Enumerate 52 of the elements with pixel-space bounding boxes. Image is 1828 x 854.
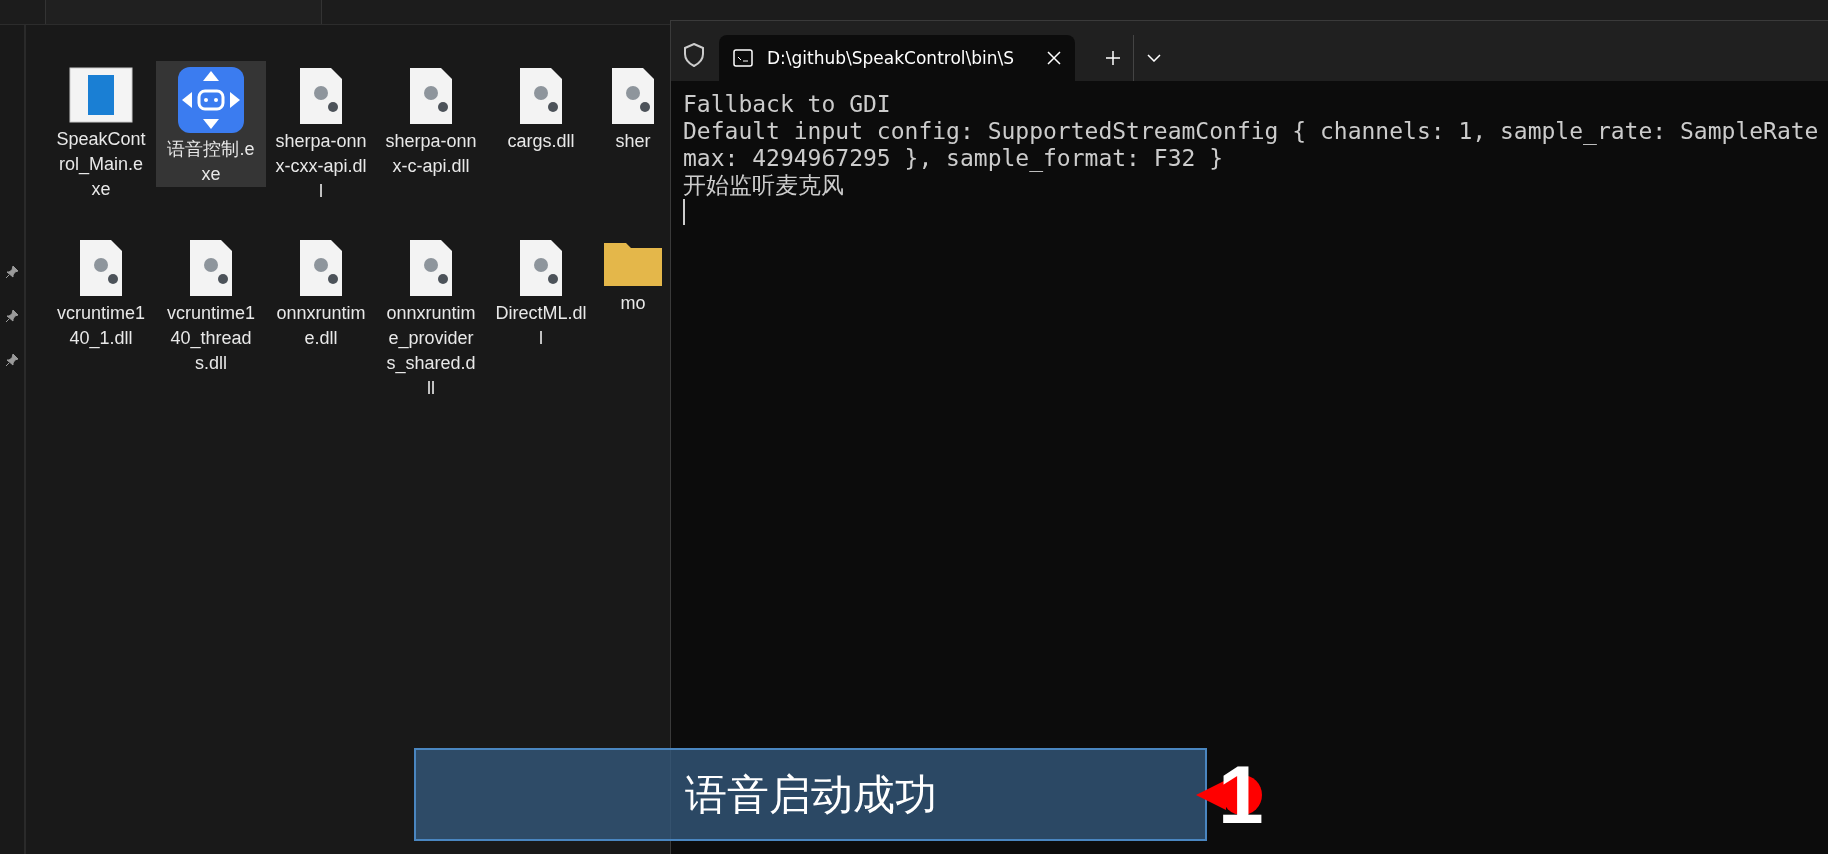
notification-toast: 语音启动成功 [414, 748, 1207, 841]
console-line: 开始监听麦克风 [683, 172, 845, 199]
pin-icon[interactable] [5, 353, 19, 367]
settings-file-icon [409, 239, 453, 297]
settings-file-icon [299, 239, 343, 297]
text-cursor [683, 199, 685, 225]
file-name: onnxruntime_providers_shared.dll [385, 302, 477, 400]
file-item[interactable]: sher [596, 61, 670, 154]
file-name: SpeakControl_Main.exe [55, 128, 147, 201]
settings-file-icon [519, 67, 563, 125]
file-name: vcruntime140_1.dll [56, 302, 146, 351]
settings-file-icon [519, 239, 563, 297]
pin-icon[interactable] [5, 265, 19, 279]
file-item[interactable]: sherpa-onnx-c-api.dll [376, 61, 486, 179]
plus-icon [1105, 50, 1121, 66]
close-tab-button[interactable] [1047, 51, 1061, 65]
terminal-tab[interactable]: D:\github\SpeakControl\bin\S [719, 35, 1075, 81]
close-icon [1047, 51, 1061, 65]
file-item[interactable]: onnxruntime.dll [266, 233, 376, 351]
file-item[interactable]: sherpa-onnx-cxx-api.dll [266, 61, 376, 204]
robot-app-icon [178, 67, 244, 133]
file-name: sher [614, 130, 652, 153]
file-item[interactable]: vcruntime140_1.dll [46, 233, 156, 351]
file-name: sherpa-onnx-c-api.dll [385, 130, 477, 178]
file-item[interactable]: vcruntime140_threads.dll [156, 233, 266, 376]
file-item[interactable]: mo [596, 233, 670, 316]
file-item[interactable]: DirectML.dll [486, 233, 596, 351]
file-name: DirectML.dll [495, 302, 587, 350]
settings-file-icon [189, 239, 233, 297]
settings-file-icon [409, 67, 453, 125]
file-name: onnxruntime.dll [275, 302, 367, 350]
pin-icon[interactable] [5, 309, 19, 323]
settings-file-icon [299, 67, 343, 125]
console-line: Default input config: SupportedStreamConfig { channels: 1, sample_rate: SampleRate [683, 118, 1820, 145]
file-item[interactable]: cargs.dll [486, 61, 596, 154]
console-line: max: 4294967295 }, sample_format: F32 } [683, 145, 1225, 172]
file-name: cargs.dll [506, 130, 576, 153]
command-prompt-icon [733, 49, 753, 67]
settings-file-icon [611, 67, 655, 125]
file-item[interactable]: SpeakControl_Main.exe [46, 61, 156, 202]
chevron-down-icon [1146, 54, 1161, 62]
file-item[interactable]: onnxruntime_providers_shared.dll [376, 233, 486, 401]
file-name: sherpa-onnx-cxx-api.dll [275, 130, 367, 203]
settings-file-icon [79, 239, 123, 297]
shield-icon [683, 43, 705, 67]
console-line: Fallback to GDI [683, 91, 892, 118]
file-name: mo [619, 292, 647, 315]
file-name: vcruntime140_threads.dll [166, 302, 256, 375]
application-icon [69, 67, 133, 123]
tab-title: D:\github\SpeakControl\bin\S [767, 48, 1016, 68]
file-item[interactable]: 语音控制.exe [156, 61, 266, 187]
file-name: 语音控制.exe [166, 138, 256, 186]
